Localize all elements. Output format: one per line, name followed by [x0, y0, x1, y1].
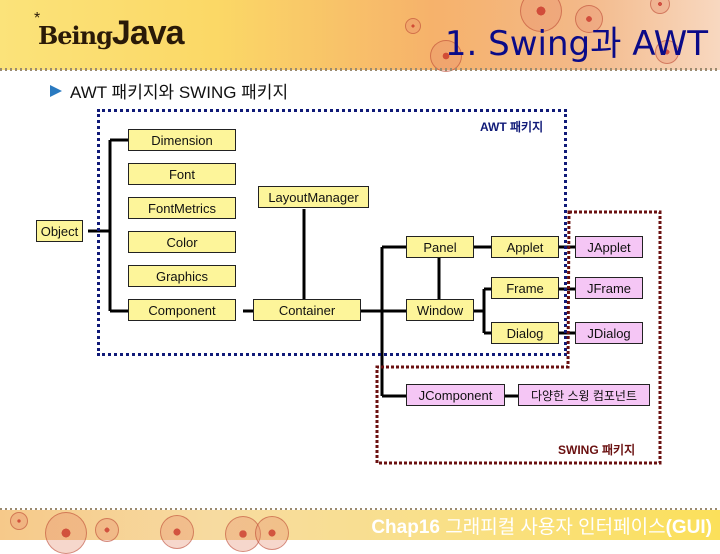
node-japplet: JApplet — [575, 236, 643, 258]
node-jcomponent: JComponent — [406, 384, 505, 406]
node-container: Container — [253, 299, 361, 321]
decor-bubble — [160, 515, 194, 549]
node-frame: Frame — [491, 277, 559, 299]
decor-bubble — [95, 518, 119, 542]
decor-bubble — [45, 512, 87, 554]
footer-title-ko: 그래피컬 사용자 인터페이스 — [439, 517, 666, 538]
footer-chapter: Chap16 — [371, 517, 440, 538]
decor-bubble — [10, 512, 28, 530]
node-color: Color — [128, 231, 236, 253]
node-fontmetrics: FontMetrics — [128, 197, 236, 219]
node-window: Window — [406, 299, 474, 321]
node-font: Font — [128, 163, 236, 185]
node-jframe: JFrame — [575, 277, 643, 299]
footer-title-en: (GUI) — [665, 517, 712, 538]
node-graphics: Graphics — [128, 265, 236, 287]
node-component: Component — [128, 299, 236, 321]
node-swing-components: 다양한 스윙 컴포넌트 — [518, 384, 650, 406]
node-dimension: Dimension — [128, 129, 236, 151]
node-applet: Applet — [491, 236, 559, 258]
node-object: Object — [36, 220, 83, 242]
swing-package-label: SWING 패키지 — [558, 443, 636, 457]
swing-package-region — [375, 210, 662, 465]
node-dialog: Dialog — [491, 322, 559, 344]
footer-chapter-title: Chap16 그래피컬 사용자 인터페이스(GUI) — [371, 512, 712, 539]
node-jdialog: JDialog — [575, 322, 643, 344]
decor-bubble — [255, 516, 289, 550]
node-panel: Panel — [406, 236, 474, 258]
node-layoutmanager: LayoutManager — [258, 186, 369, 208]
